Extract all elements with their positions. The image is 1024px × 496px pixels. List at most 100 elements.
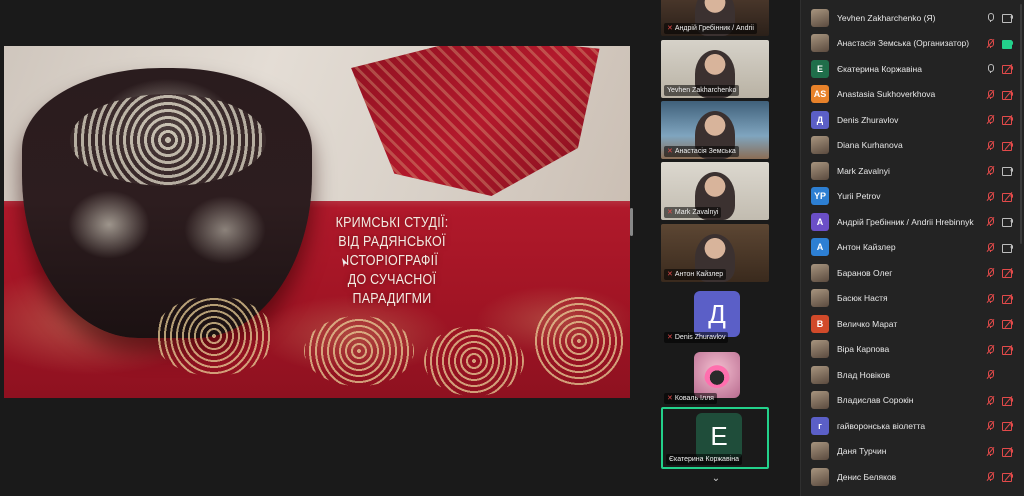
participant-name: Yevhen Zakharchenko (Я) [837,12,936,23]
camera-off-icon[interactable] [1002,140,1014,151]
video-tile[interactable]: Д ✕ Denis Zhuravlov [661,287,769,345]
camera-off-icon[interactable] [1002,293,1014,304]
participant-row[interactable]: Баранов Олег [801,260,1024,286]
mic-off-icon: ✕ [667,25,673,32]
participant-row[interactable]: Денис Беляков [801,464,1024,490]
mic-muted-icon[interactable] [984,140,996,151]
participant-row[interactable]: г гайворонська віолетта [801,413,1024,439]
mic-muted-icon[interactable] [984,191,996,202]
participant-status-icons [984,471,1014,483]
avatar [811,161,829,180]
participant-row[interactable]: Влад Новіков [801,362,1024,388]
participant-name: Diana Kurhanova [837,140,903,151]
participant-status-icons [984,38,1014,49]
mic-muted-icon[interactable] [984,318,996,329]
video-tile[interactable]: ✕ Mark Zavalnyi [661,162,769,220]
video-tile[interactable]: ✕ Антон Кайзлер [661,224,769,282]
mic-muted-icon[interactable] [984,395,996,406]
mic-muted-icon[interactable] [984,165,996,176]
mic-muted-icon[interactable] [984,344,996,355]
slide-floral-embroidery [534,296,624,386]
participant-status-icons [984,140,1014,151]
participant-status-icons [984,191,1014,202]
participant-status-icons [984,344,1014,355]
video-tile-name-text: Андрій Гребінник / Andrii [674,25,754,32]
participant-row[interactable]: Даня Турчин [801,439,1024,465]
camera-off-icon[interactable] [1002,267,1014,279]
participant-row[interactable]: Басюк Настя [801,286,1024,312]
camera-off-icon[interactable] [1002,471,1014,483]
mic-muted-icon[interactable] [984,293,996,304]
participant-row[interactable]: Віра Карпова [801,337,1024,363]
participant-row[interactable]: Diana Kurhanova [801,133,1024,159]
camera-off-icon[interactable] [1002,63,1014,75]
participant-row[interactable]: А Антон Кайзлер [801,235,1024,261]
video-tile-name-text: Антон Кайзлер [674,271,724,278]
mic-muted-icon[interactable] [984,242,996,253]
mic-muted-icon[interactable] [984,114,996,125]
camera-off-icon[interactable] [1002,114,1014,126]
mic-muted-icon[interactable] [984,267,996,278]
scrollbar[interactable] [1020,4,1022,244]
camera-icon[interactable] [1002,12,1014,24]
video-tile-name-text: Denis Zhuravlov [674,334,726,341]
avatar [694,352,740,398]
camera-off-icon[interactable] [1002,420,1014,432]
slide-title-line: ДО СУЧАСНОЇ ПАРАДИГМИ [347,272,437,307]
mic-muted-icon[interactable] [984,420,996,431]
camera-icon[interactable] [1002,242,1014,253]
participant-row[interactable]: Е Єкатерина Коржавіна [801,56,1024,82]
participant-row[interactable]: А Андрій Гребінник / Andrii Hrebinnyk [801,209,1024,235]
participants-panel: Yevhen Zakharchenko (Я) Анастасія Земська… [800,0,1024,496]
video-tile-active-speaker[interactable]: Е Єкатерина Коржавіна [661,407,769,469]
avatar: YP [811,187,829,206]
mic-off-icon: ✕ [667,148,673,155]
participant-row[interactable]: YP Yurii Petrov [801,184,1024,210]
camera-off-icon[interactable] [1002,318,1014,330]
camera-off-icon[interactable] [1002,89,1014,100]
avatar [811,391,829,410]
avatar [811,442,829,461]
avatar [811,136,829,155]
participant-name: Єкатерина Коржавіна [837,63,922,74]
participant-name: Віра Карпова [837,344,890,355]
mic-muted-icon[interactable] [984,216,996,227]
slide-floral-embroidery [154,296,274,376]
video-tile-name-text: Mark Zavalnyi [674,209,719,216]
participant-name: Басюк Настя [837,293,888,304]
mic-muted-icon[interactable] [984,89,996,100]
participant-row[interactable]: Д Denis Zhuravlov [801,107,1024,133]
participant-row[interactable]: Владислав Сорокін [801,388,1024,414]
mic-muted-icon[interactable] [984,369,996,380]
camera-icon[interactable] [1002,165,1014,177]
participant-status-icons [984,216,1014,228]
camera-icon[interactable] [1002,38,1014,49]
camera-off-icon[interactable] [1002,344,1014,355]
participant-row[interactable]: В Величко Марат [801,311,1024,337]
camera-off-icon[interactable] [1002,191,1014,202]
participant-row[interactable]: AS Anastasia Sukhoverkhova [801,82,1024,108]
video-tile-name: ✕ Анастасія Земська [664,146,739,157]
mic-icon[interactable] [984,12,996,23]
video-tile[interactable]: ✕ Анастасія Земська [661,101,769,159]
participant-row[interactable]: Анастасія Земська (Организатор) [801,31,1024,57]
video-tile[interactable]: ✕ Коваль Ілля [661,348,769,406]
chevron-down-icon[interactable]: ⌄ [708,472,724,486]
slide-floral-embroidery [424,326,524,396]
mic-muted-icon[interactable] [984,446,996,457]
participant-row[interactable]: Mark Zavalnyi [801,158,1024,184]
camera-off-icon[interactable] [1002,446,1014,457]
slide-title-line: КРИМСЬКІ СТУДІЇ: [335,215,449,231]
participant-name: Denis Zhuravlov [837,114,899,125]
mic-muted-icon[interactable] [984,38,996,49]
participant-name: Андрій Гребінник / Andrii Hrebinnyk [837,216,974,227]
video-tile[interactable]: ✕ Андрій Гребінник / Andrii [661,0,769,36]
split-resize-handle[interactable] [630,208,633,236]
mic-muted-icon[interactable] [984,471,996,482]
mic-icon[interactable] [984,63,996,74]
avatar [811,34,829,53]
camera-icon[interactable] [1002,216,1014,228]
video-tile[interactable]: Yevhen Zakharchenko [661,40,769,98]
camera-off-icon[interactable] [1002,395,1014,406]
participant-row[interactable]: Yevhen Zakharchenko (Я) [801,5,1024,31]
